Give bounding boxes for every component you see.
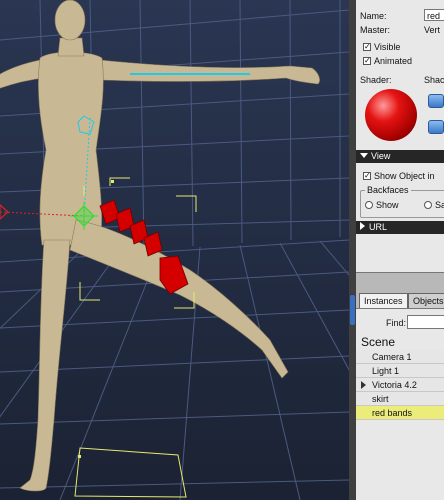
3d-viewport[interactable] — [0, 0, 349, 500]
scene-title: Scene — [361, 335, 396, 349]
visible-checkbox[interactable]: ✓ — [363, 43, 371, 51]
disclosure-right-icon — [360, 222, 365, 230]
second-radio[interactable] — [424, 201, 432, 209]
list-item-skirt[interactable]: skirt — [356, 392, 444, 406]
tab-objects[interactable]: Objects — [408, 293, 444, 309]
list-item-label: red bands — [372, 408, 413, 418]
find-label: Find: — [386, 318, 407, 328]
visible-label: Visible — [374, 42, 401, 52]
list-item-victoria[interactable]: Victoria 4.2 — [356, 378, 444, 392]
show-radio[interactable] — [365, 201, 373, 209]
list-item-label: Victoria 4.2 — [372, 380, 417, 390]
list-item-camera[interactable]: Camera 1 — [356, 350, 444, 364]
name-label: Name: — [360, 11, 387, 21]
shader-button-2[interactable] — [428, 120, 444, 134]
url-section-header[interactable]: URL — [356, 221, 444, 234]
list-item-label: skirt — [372, 394, 389, 404]
show-object-checkbox[interactable]: ✓ — [363, 172, 371, 180]
find-input[interactable] — [407, 315, 444, 329]
list-item-label: Light 1 — [372, 366, 400, 376]
shader-label: Shader: — [360, 75, 392, 85]
list-item-label: Camera 1 — [372, 352, 412, 362]
show-object-label: Show Object in — [374, 171, 435, 181]
master-label: Master: — [360, 25, 391, 35]
name-field[interactable]: red — [424, 9, 444, 21]
tab-bar: Instances Objects — [356, 293, 444, 309]
scene-outliner: Find: Scene Camera 1 Light 1 Victoria 4.… — [356, 308, 444, 500]
object-properties: Name: red Master: Vert ✓ Visible ✓ Anima… — [356, 0, 444, 273]
url-section-title: URL — [369, 222, 388, 232]
animated-label: Animated — [374, 56, 413, 66]
properties-panel: Name: red Master: Vert ✓ Visible ✓ Anima… — [356, 0, 444, 500]
animated-checkbox[interactable]: ✓ — [363, 57, 371, 65]
disclosure-down-icon — [360, 153, 368, 158]
show-radio-label: Show — [376, 200, 399, 210]
second-radio-label: Sa — [435, 200, 444, 210]
view-section-title: View — [371, 151, 391, 161]
list-item-light[interactable]: Light 1 — [356, 364, 444, 378]
backfaces-label: Backfaces — [365, 185, 411, 195]
shader-preview-sphere[interactable] — [365, 89, 417, 141]
tab-instances[interactable]: Instances — [359, 293, 408, 309]
expand-triangle-icon[interactable] — [361, 381, 366, 389]
view-section-header[interactable]: View — [356, 150, 444, 163]
panel-divider[interactable] — [349, 0, 356, 500]
list-item-red-bands[interactable]: red bands — [356, 406, 444, 420]
splitter-handle[interactable] — [350, 295, 355, 325]
shader-label-2: Shac — [424, 75, 444, 85]
master-value: Vert — [424, 25, 441, 35]
shader-button-1[interactable] — [428, 94, 444, 108]
